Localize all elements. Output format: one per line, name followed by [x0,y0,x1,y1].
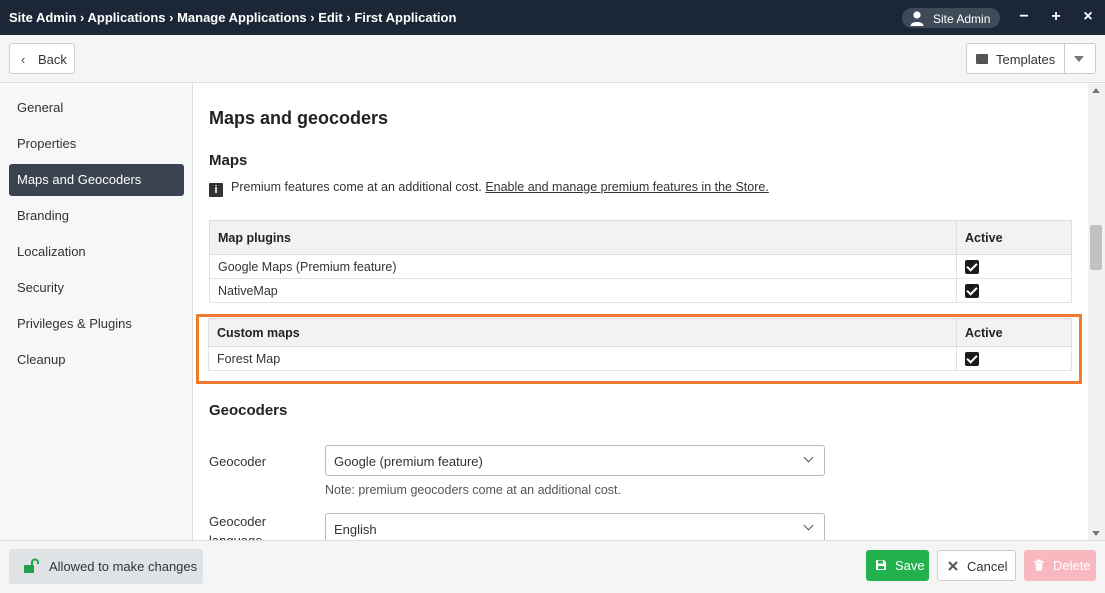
main-content: Maps and geocoders Maps i Premium feature… [193,84,1088,540]
premium-note: i Premium features come at an additional … [209,180,769,197]
user-name: Site Admin [933,12,991,26]
caret-down-icon[interactable] [1074,56,1084,62]
table-header-row: Custom maps Active [208,318,1072,347]
info-icon: i [209,183,223,197]
scroll-down-arrow-icon[interactable] [1092,531,1100,536]
save-button-label: Save [895,558,925,573]
table-row: Forest Map [208,346,1072,371]
table-row: Google Maps (Premium feature) [209,254,1072,279]
trash-icon [1034,559,1044,571]
delete-button[interactable]: Delete [1024,550,1096,581]
map-plugin-name: Google Maps (Premium feature) [209,254,957,279]
page-title: Maps and geocoders [209,108,389,128]
footer-bar: Allowed to make changes Save Cancel Dele… [0,540,1105,593]
chevron-down-icon [803,520,814,531]
geocoder-language-label: Geocoder language [209,514,267,540]
breadcrumb-item-first-application: First Application [354,10,457,25]
title-bar: Site Admin › Applications › Manage Appli… [0,0,1105,35]
geocoder-select[interactable]: Google (premium feature) [325,445,825,476]
unlock-icon [24,558,39,573]
forest-map-active-checkbox[interactable] [965,351,979,366]
templates-button-label: Templates [996,52,1056,67]
breadcrumb-separator: › [306,10,319,25]
custom-map-name: Forest Map [208,346,957,371]
permission-status: Allowed to make changes [9,549,203,584]
close-window-button[interactable]: × [1080,9,1096,25]
sidebar-item-branding[interactable]: Branding [9,200,184,232]
geocoder-note: Note: premium geocoders come at an addit… [325,483,621,497]
table-row: NativeMap [209,278,1072,303]
table-header-row: Map plugins Active [209,220,1072,255]
breadcrumb-item-site-admin[interactable]: Site Admin [9,10,76,25]
active-cell [956,254,1072,279]
back-button[interactable]: ‹ Back [9,43,75,74]
nativemap-active-checkbox[interactable] [965,283,979,298]
save-button[interactable]: Save [866,550,929,581]
user-menu-button[interactable]: Site Admin [902,8,1000,28]
breadcrumb-separator: › [165,10,178,25]
cancel-button[interactable]: Cancel [937,550,1016,581]
chevron-left-icon: ‹ [21,52,26,67]
breadcrumb-item-edit[interactable]: Edit [318,10,343,25]
sidebar-item-privileges-plugins[interactable]: Privileges & Plugins [9,308,184,340]
breadcrumb: Site Admin › Applications › Manage Appli… [9,10,456,25]
col-active: Active [956,318,1072,347]
breadcrumb-separator: › [342,10,355,25]
sidebar-item-security[interactable]: Security [9,272,184,304]
sidebar-item-maps-and-geocoders[interactable]: Maps and Geocoders [9,164,184,196]
close-icon [948,561,958,571]
premium-store-link[interactable]: Enable and manage premium features in th… [485,180,769,194]
template-icon [976,54,988,64]
col-active: Active [956,220,1072,255]
geocoders-heading: Geocoders [209,402,288,419]
breadcrumb-item-manage-applications[interactable]: Manage Applications [177,10,307,25]
breadcrumb-item-applications[interactable]: Applications [88,10,166,25]
user-icon [910,11,924,26]
premium-note-text: Premium features come at an additional c… [231,180,482,194]
back-button-label: Back [38,52,67,67]
geocoder-select-value: Google (premium feature) [334,454,483,469]
minimize-button[interactable]: − [1016,9,1032,25]
templates-button[interactable]: Templates [966,43,1096,74]
permission-label: Allowed to make changes [49,559,198,574]
maps-heading: Maps [209,152,248,169]
cancel-button-label: Cancel [967,559,1008,574]
active-cell [956,346,1072,371]
save-icon [876,560,886,570]
col-custom-maps: Custom maps [208,318,957,347]
col-map-plugins: Map plugins [209,220,957,255]
sidebar-item-general[interactable]: General [9,92,184,124]
map-plugin-name: NativeMap [209,278,957,303]
sidebar-item-properties[interactable]: Properties [9,128,184,160]
maximize-button[interactable]: + [1048,9,1064,25]
delete-button-label: Delete [1053,558,1091,573]
geocoder-language-value: English [334,522,377,537]
settings-sidebar: General Properties Maps and Geocoders Br… [0,84,193,540]
geocoder-label: Geocoder [209,454,267,469]
map-plugins-table: Map plugins Active Google Maps (Premium … [209,220,1072,303]
scroll-up-arrow-icon[interactable] [1092,88,1100,93]
breadcrumb-separator: › [76,10,88,25]
sidebar-item-cleanup[interactable]: Cleanup [9,344,184,376]
chevron-down-icon [803,452,814,463]
sidebar-item-localization[interactable]: Localization [9,236,184,268]
custom-maps-table: Custom maps Active Forest Map [208,318,1072,371]
toolbar: ‹ Back Templates [0,35,1105,83]
scrollbar-thumb[interactable] [1090,225,1102,270]
google-maps-active-checkbox[interactable] [965,259,979,274]
templates-divider [1064,44,1065,73]
active-cell [956,278,1072,303]
content-scrollbar[interactable] [1088,84,1105,540]
geocoder-language-select[interactable]: English [325,513,825,540]
